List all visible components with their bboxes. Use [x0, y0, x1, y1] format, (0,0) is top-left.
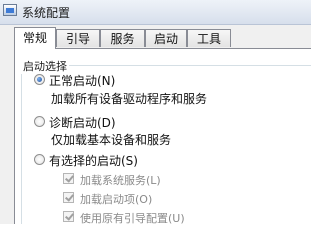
diagnostic-startup-label: 诊断启动(D): [49, 116, 116, 130]
tab-tools[interactable]: 工具: [187, 29, 231, 47]
normal-startup-description: 加载所有设备驱动程序和服务: [51, 92, 208, 106]
title-bar[interactable]: 系统配置: [0, 0, 311, 25]
checkbox-disabled-checked[interactable]: [63, 192, 74, 203]
startup-selection-label: 启动选择: [21, 58, 69, 74]
tab-services[interactable]: 服务: [100, 29, 145, 47]
tab-boot[interactable]: 引导: [56, 29, 100, 47]
radio-button-selected[interactable]: [34, 74, 45, 85]
diagnostic-startup-description: 仅加载基本设备和服务: [51, 133, 172, 147]
system-config-window: 系统配置 常规 引导 服务 启动 工具 启动选择 正常启动(N) 加载所有设备驱…: [0, 0, 311, 224]
app-icon: [3, 4, 17, 16]
radio-button[interactable]: [34, 116, 45, 127]
use-original-boot-config-label: 使用原有引导配置(U): [80, 212, 185, 224]
tab-general[interactable]: 常规: [14, 27, 56, 49]
radio-button[interactable]: [34, 154, 45, 165]
load-startup-items-label: 加载启动项(O): [80, 193, 153, 206]
load-system-services-label: 加载系统服务(L): [80, 174, 161, 187]
tab-startup[interactable]: 启动: [145, 29, 187, 47]
tab-bar: 常规 引导 服务 启动 工具: [0, 27, 311, 49]
window-title: 系统配置: [22, 6, 71, 20]
selective-startup-label: 有选择的启动(S): [49, 154, 138, 168]
checkbox-disabled-checked[interactable]: [63, 173, 74, 184]
checkbox-disabled-checked[interactable]: [63, 211, 74, 222]
normal-startup-label: 正常启动(N): [49, 74, 116, 88]
